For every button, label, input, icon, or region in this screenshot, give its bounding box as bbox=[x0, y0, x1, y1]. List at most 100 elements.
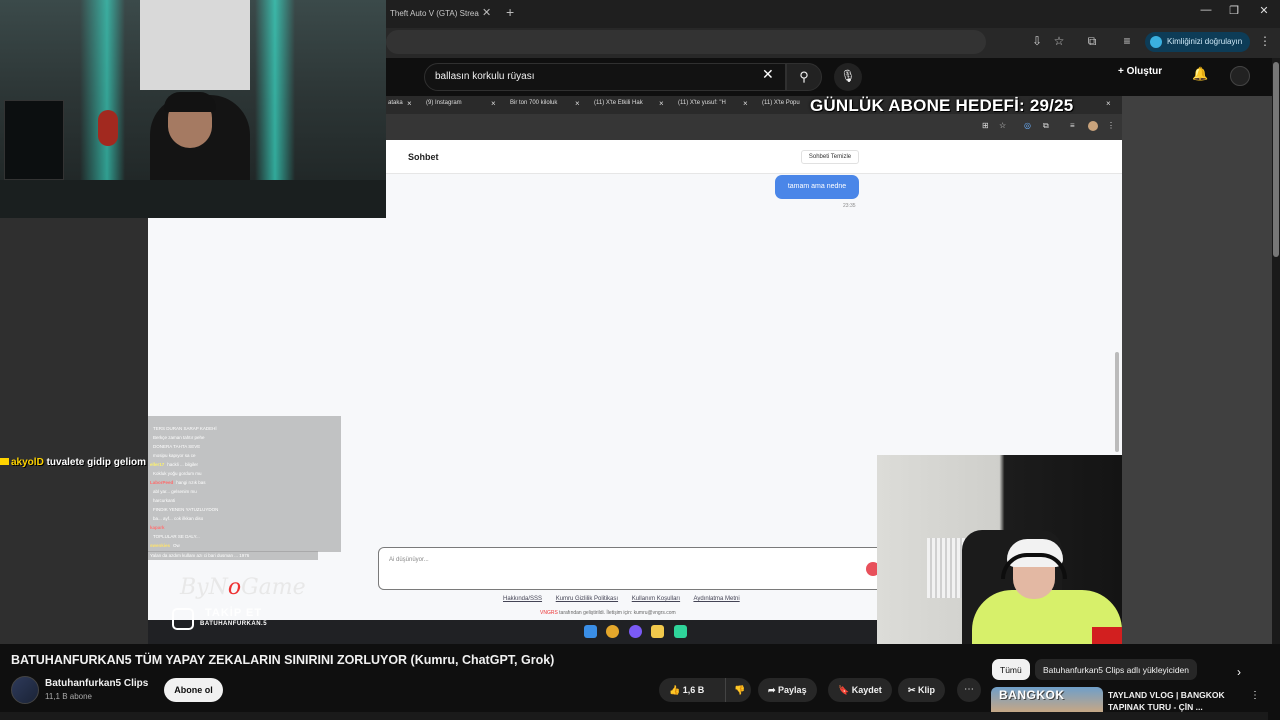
chat-line: Berkçe zaman tahtır pehe bbox=[150, 435, 205, 443]
subscribe-button[interactable]: Abone ol bbox=[164, 678, 223, 702]
chat-message: mosipu kapıyor sa ce bbox=[153, 453, 196, 458]
app-icon bbox=[674, 625, 687, 638]
install-icon[interactable]: ⇩ bbox=[1028, 34, 1046, 48]
address-bar[interactable] bbox=[386, 30, 986, 54]
sponsor-logo: ByNoGame bbox=[180, 575, 306, 600]
chat-message: abl yar... gelsenim mu bbox=[153, 489, 197, 494]
media-icon: ≡ bbox=[1070, 121, 1075, 130]
recommended-menu-icon[interactable]: ⋮ bbox=[1250, 690, 1260, 701]
stream-tab-3: Bir ton 700 kiloluk bbox=[510, 100, 558, 106]
more-actions-icon[interactable]: ⋯ bbox=[957, 678, 981, 702]
chevron-right-icon[interactable]: › bbox=[1237, 665, 1241, 679]
chrome-icon bbox=[606, 625, 619, 638]
sponsor-logo-left: ByN bbox=[180, 575, 228, 600]
bottom-strip bbox=[0, 712, 1268, 720]
save-button[interactable]: 🔖 Kaydet bbox=[828, 678, 892, 702]
close-icon: × bbox=[1106, 99, 1111, 108]
chat-message: DONERA TAHTA SEVE bbox=[153, 444, 201, 449]
chat-line: eller17 hackli ... bilgiler bbox=[150, 462, 198, 470]
extensions-icon[interactable]: ⧉ bbox=[1083, 34, 1101, 49]
create-button[interactable]: + Oluştur bbox=[1118, 66, 1162, 77]
dislike-button[interactable]: 👎 bbox=[725, 678, 751, 702]
subscriber-count: 11,1 B abone bbox=[45, 692, 93, 701]
chat-message: ba... ayf... cok ilkkan diso bbox=[153, 516, 204, 521]
mic-icon[interactable]: 🎙 bbox=[834, 63, 862, 91]
chat-app-title: Sohbet bbox=[408, 152, 439, 162]
crown-icon bbox=[0, 458, 9, 465]
stream-chat-overlay: TERS DURAN SARAP KADEHİ Berkçe zaman taht… bbox=[148, 416, 341, 552]
recommended-title[interactable]: TAYLAND VLOG | BANGKOK TAPINAK TURU - Çİ… bbox=[1108, 689, 1238, 713]
stream-browser-toolbar bbox=[386, 114, 1122, 140]
browser-menu-icon[interactable]: ⋮ bbox=[1256, 34, 1274, 48]
app-scrollbar-thumb bbox=[1115, 352, 1119, 452]
channel-name[interactable]: Batuhanfurkan5 Clips bbox=[45, 678, 148, 689]
stream-tab-6: (11) X'te Popu bbox=[762, 100, 800, 106]
sponsor-logo-o: o bbox=[227, 575, 242, 600]
chat-message: Kokluk yoğu gordum mu bbox=[153, 471, 202, 476]
chat-app-header bbox=[386, 140, 1122, 174]
clear-search-icon[interactable]: ✕ bbox=[762, 66, 774, 83]
extension-icon: ◎ bbox=[1024, 121, 1031, 130]
close-icon: × bbox=[491, 99, 496, 108]
bookmark-star-icon[interactable]: ☆ bbox=[1050, 34, 1068, 48]
star-icon: ☆ bbox=[999, 121, 1007, 130]
search-input[interactable]: ballasın korkulu rüyası bbox=[424, 63, 786, 91]
chat-line: TOPLULAR SE DALY... bbox=[150, 534, 200, 542]
chat-username: eller17 bbox=[150, 462, 165, 467]
close-window-icon[interactable]: ✕ bbox=[1252, 4, 1276, 17]
message-time: 23:35 bbox=[843, 203, 856, 209]
chat-message: hackli ... bilgiler bbox=[167, 462, 199, 467]
search-icon[interactable]: ⚲ bbox=[786, 63, 822, 91]
close-icon[interactable]: ✕ bbox=[482, 6, 491, 19]
stream-alert: akyolD tuvalete gidip geliom bbox=[0, 457, 146, 468]
share-button[interactable]: ➦ Paylaş bbox=[758, 678, 817, 702]
sponsor-logo-right: Game bbox=[241, 575, 306, 600]
windows-start-icon bbox=[584, 625, 597, 638]
stream-tab-1: ataka bbox=[388, 100, 403, 106]
webcam-guest bbox=[877, 455, 1122, 644]
close-icon: × bbox=[575, 99, 580, 108]
alert-user: akyolD bbox=[11, 457, 44, 468]
page-scrollbar-thumb[interactable] bbox=[1273, 62, 1279, 257]
save-label: Kaydet bbox=[851, 685, 882, 695]
chat-line: Kokluk yoğu gordum mu bbox=[150, 471, 202, 479]
create-label: Oluştur bbox=[1126, 66, 1163, 77]
webcam-streamer bbox=[0, 0, 386, 218]
alert-text: tuvalete gidip geliom bbox=[46, 457, 147, 468]
profile-icon bbox=[1088, 121, 1098, 131]
chat-message: Ow bbox=[173, 543, 180, 548]
avatar[interactable] bbox=[1230, 66, 1250, 86]
like-button[interactable]: 👍 1,6 B bbox=[659, 678, 725, 702]
chat-line: TERS DURAN SARAP KADEHİ bbox=[150, 426, 217, 434]
menu-icon: ⋮ bbox=[1107, 121, 1115, 130]
minimize-icon[interactable]: — bbox=[1194, 4, 1218, 16]
footer-brand: VNGRS bbox=[540, 610, 558, 616]
stream-tab-4: (11) X'te Etkili Hak bbox=[594, 100, 643, 106]
chat-message: Berkçe zaman tahtır pehe bbox=[153, 435, 205, 440]
media-control-icon[interactable]: ≡ bbox=[1118, 34, 1136, 48]
close-icon: × bbox=[659, 99, 664, 108]
footer-link-privacy: Kumru Gizlilik Politikası bbox=[555, 596, 619, 602]
restore-icon[interactable]: ❐ bbox=[1222, 4, 1246, 17]
footer-link-terms: Kullanım Koşulları bbox=[631, 596, 681, 602]
chat-line: LaborPeed hangi rızık bas bbox=[150, 480, 206, 488]
share-label: Paylaş bbox=[778, 685, 807, 695]
close-icon: × bbox=[407, 99, 412, 108]
stream-tab-5: (11) X'te yusuf: "H bbox=[678, 100, 726, 106]
new-tab-icon[interactable]: + bbox=[506, 4, 514, 20]
chat-line: FINDIK YENEN YATUZLUYDON bbox=[150, 507, 218, 515]
instagram-icon bbox=[172, 608, 194, 630]
channel-avatar[interactable] bbox=[11, 676, 39, 704]
clip-button[interactable]: ✂ Klip bbox=[898, 678, 946, 702]
chat-line: DONERA TAHTA SEVE bbox=[150, 444, 200, 452]
clip-label: Klip bbox=[918, 685, 936, 695]
chat-line: kapark bbox=[150, 525, 168, 533]
chip-all[interactable]: Tümü bbox=[992, 659, 1030, 680]
prompt-input: Ai düşünüyor... bbox=[378, 547, 884, 590]
app-footer-links: Hakkında/SSS Kumru Gizlilik Politikası K… bbox=[503, 596, 752, 602]
chat-line: abl yar... gelsenim mu bbox=[150, 489, 197, 497]
chip-from-uploader[interactable]: Batuhanfurkan5 Clips adlı yükleyiciden bbox=[1035, 659, 1198, 680]
chat-message: harcurkanti bbox=[153, 498, 176, 503]
bell-icon[interactable]: 🔔 bbox=[1192, 66, 1208, 82]
stream-tab-2: (9) Instagram bbox=[426, 100, 462, 106]
